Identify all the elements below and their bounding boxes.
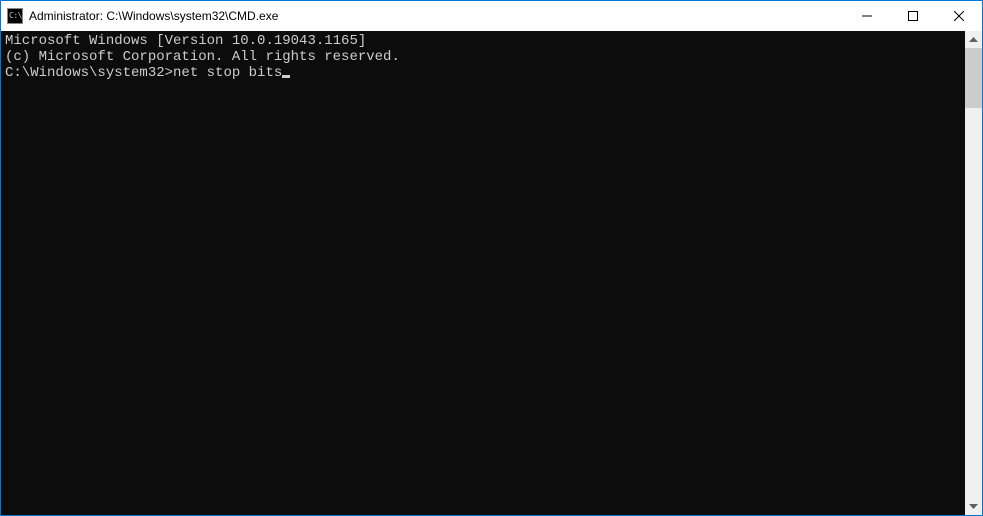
prompt-text: C:\Windows\system32> <box>5 65 173 81</box>
command-text: net stop bits <box>173 65 282 81</box>
terminal-output[interactable]: Microsoft Windows [Version 10.0.19043.11… <box>1 31 965 515</box>
cmd-icon: C:\ <box>7 8 23 24</box>
output-line: Microsoft Windows [Version 10.0.19043.11… <box>5 33 961 49</box>
cursor-icon <box>282 75 290 78</box>
scroll-thumb[interactable] <box>965 48 982 108</box>
output-line: (c) Microsoft Corporation. All rights re… <box>5 49 961 65</box>
scroll-up-button[interactable] <box>965 31 982 48</box>
window-title: Administrator: C:\Windows\system32\CMD.e… <box>29 9 278 23</box>
scroll-down-button[interactable] <box>965 498 982 515</box>
maximize-button[interactable] <box>890 1 936 31</box>
scroll-track[interactable] <box>965 48 982 498</box>
titlebar[interactable]: C:\ Administrator: C:\Windows\system32\C… <box>1 1 982 31</box>
prompt-line: C:\Windows\system32>net stop bits <box>5 65 961 81</box>
window-controls <box>844 1 982 31</box>
cmd-window: C:\ Administrator: C:\Windows\system32\C… <box>0 0 983 516</box>
vertical-scrollbar[interactable] <box>965 31 982 515</box>
minimize-button[interactable] <box>844 1 890 31</box>
terminal-area: Microsoft Windows [Version 10.0.19043.11… <box>1 31 982 515</box>
close-button[interactable] <box>936 1 982 31</box>
